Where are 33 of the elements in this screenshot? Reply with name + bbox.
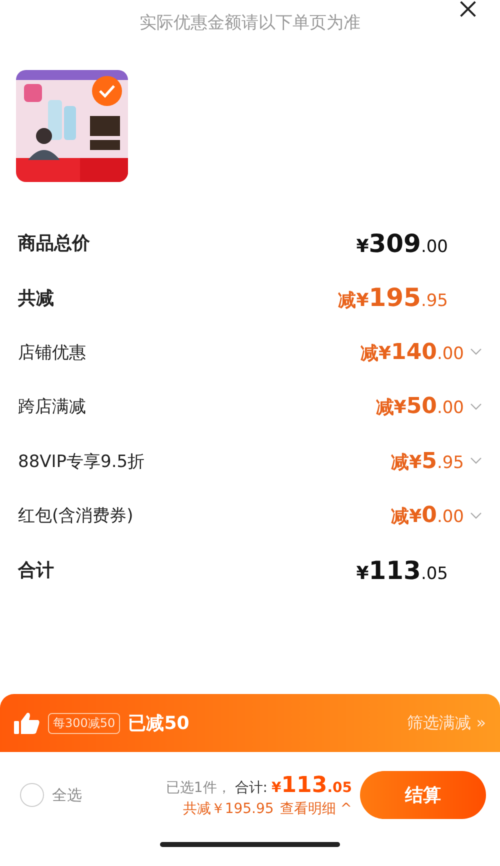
chevron-down-icon[interactable] xyxy=(470,402,482,411)
filter-link[interactable]: 筛选满减 » xyxy=(407,712,486,734)
amount: 减¥195.95 xyxy=(338,283,448,312)
amount: 减¥0.00 xyxy=(391,503,464,528)
chevron-down-icon[interactable] xyxy=(470,512,482,520)
row-label: 红包(含消费券) xyxy=(18,505,134,528)
checkout-button[interactable]: 结算 xyxy=(360,771,486,819)
amount: ¥113.05 xyxy=(356,556,448,585)
thumbs-up-icon xyxy=(14,711,40,735)
total-amount: ¥113.05 xyxy=(272,772,352,798)
amount: ¥309.00 xyxy=(356,228,448,258)
selected-count: 已选1件， xyxy=(166,778,231,796)
row-label: 商品总价 xyxy=(18,232,90,256)
promo-status: 已减50 xyxy=(128,712,190,735)
row-label: 88VIP专享9.5折 xyxy=(18,450,145,473)
details-link[interactable]: 查看明细 ^ xyxy=(280,800,352,818)
dialog-subtitle: 实际优惠金额请以下单页为准 xyxy=(140,12,360,34)
select-all-radio[interactable] xyxy=(20,783,44,807)
row-label: 店铺优惠 xyxy=(18,342,86,364)
amount: 减¥5.95 xyxy=(391,448,464,474)
promo-tag: 每300减50 xyxy=(48,712,120,734)
row-label: 共减 xyxy=(18,286,54,310)
check-icon[interactable] xyxy=(92,76,122,106)
close-icon[interactable] xyxy=(458,0,478,18)
row-label: 跨店满减 xyxy=(18,396,86,418)
row-label: 合计 xyxy=(18,559,54,582)
chevron-down-icon[interactable] xyxy=(470,457,482,466)
select-all-label: 全选 xyxy=(52,786,82,804)
amount: 减¥140.00 xyxy=(360,340,464,365)
total-label: 合计: xyxy=(234,778,268,796)
saving-text: 共减￥195.95 xyxy=(182,800,274,818)
amount: 减¥50.00 xyxy=(376,394,464,420)
chevron-down-icon[interactable] xyxy=(470,348,482,356)
